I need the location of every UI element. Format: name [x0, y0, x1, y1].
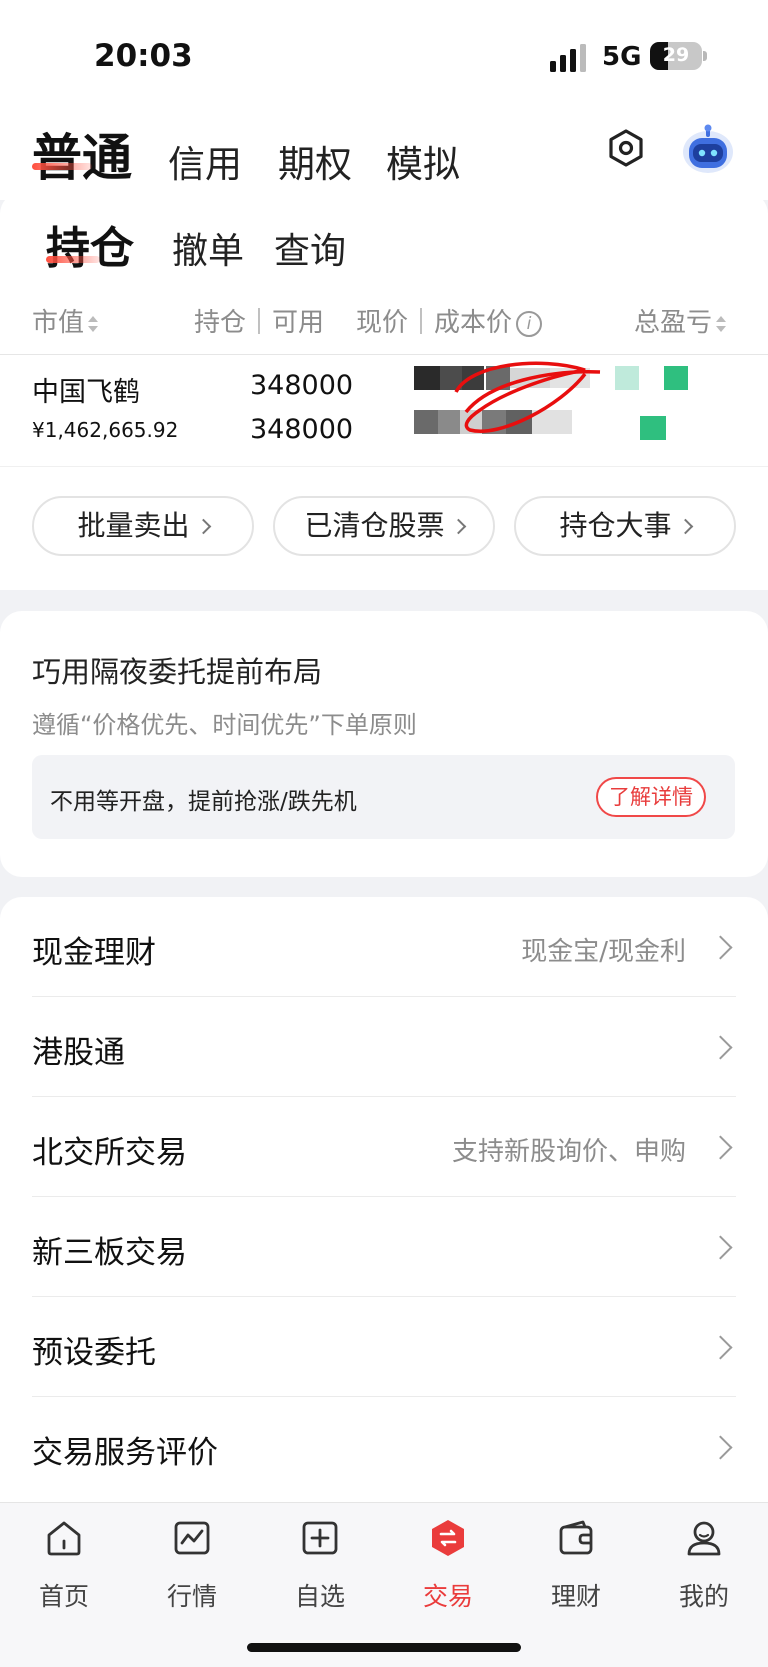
holding-events-button[interactable]: 持仓大事 — [514, 496, 736, 556]
menu-item-label: 预设委托 — [32, 1335, 156, 1371]
menu-item-label: 现金理财 — [32, 935, 156, 971]
column-market-value[interactable]: 市值 — [32, 302, 99, 339]
stock-market-value: ¥1,462,665.92 — [32, 418, 179, 442]
status-bar: 20:03 5G 29 — [0, 0, 768, 100]
robot-icon[interactable] — [681, 124, 735, 176]
batch-sell-label: 批量卖出 — [77, 509, 190, 542]
nav-trade[interactable]: 交易 — [384, 1517, 512, 1617]
chevron-right-icon — [708, 935, 733, 960]
nav-wealth-label: 理财 — [550, 1582, 601, 1611]
menu-item-bse-trading[interactable]: 北交所交易 支持新股询价、申购 — [0, 1097, 768, 1197]
market-chart-icon — [174, 1521, 210, 1555]
nav-watchlist[interactable]: 自选 — [256, 1517, 384, 1617]
redacted-price-area — [414, 361, 688, 440]
nav-market[interactable]: 行情 — [128, 1517, 256, 1617]
holding-events-label: 持仓大事 — [559, 509, 672, 542]
sort-icon — [716, 315, 727, 333]
menu-item-hint: 支持新股询价、申购 — [451, 1137, 686, 1167]
menu-item-label: 港股通 — [32, 1035, 125, 1071]
promo-title: 巧用隔夜委托提前布局 — [32, 655, 323, 689]
watchlist-add-icon — [302, 1521, 338, 1555]
holdings-card: 持仓 撤单 查询 市值 持仓｜可用 现价｜成本价 i 总盈亏 中国飞鹤 ¥1,46… — [0, 192, 768, 590]
chevron-right-icon — [708, 1335, 733, 1360]
tab-cancel-orders[interactable]: 撤单 — [172, 222, 244, 274]
menu-item-label: 新三板交易 — [32, 1235, 187, 1271]
batch-sell-button[interactable]: 批量卖出 — [32, 496, 254, 556]
trade-services-menu: 现金理财 现金宝/现金利 港股通 北交所交易 支持新股询价、申购 新三板交易 预… — [0, 897, 768, 1502]
chevron-right-icon — [195, 518, 211, 535]
nav-home-label: 首页 — [38, 1582, 89, 1611]
active-tab-underline — [32, 163, 92, 170]
learn-more-button[interactable]: 了解详情 — [596, 777, 706, 817]
nav-trade-label: 交易 — [422, 1582, 473, 1611]
tab-holdings[interactable]: 持仓 — [46, 212, 134, 276]
menu-item-neeq-trading[interactable]: 新三板交易 — [0, 1197, 768, 1297]
nav-wealth[interactable]: 理财 — [512, 1517, 640, 1617]
battery-cap — [703, 51, 707, 61]
menu-item-cash-management[interactable]: 现金理财 现金宝/现金利 — [0, 897, 768, 997]
nav-home[interactable]: 首页 — [0, 1517, 128, 1617]
nav-market-label: 行情 — [166, 1582, 217, 1611]
network-type: 5G — [602, 42, 642, 72]
column-price[interactable]: 现价｜成本价 i — [356, 302, 543, 339]
chevron-right-icon — [708, 1435, 733, 1460]
nav-watchlist-label: 自选 — [294, 1582, 345, 1611]
column-price-label: 现价｜成本价 — [356, 308, 513, 338]
gear-icon[interactable] — [606, 128, 646, 168]
sort-icon — [88, 315, 99, 333]
cleared-stocks-button[interactable]: 已清仓股票 — [273, 496, 495, 556]
column-position: 持仓｜可用 — [194, 308, 325, 338]
home-icon — [47, 1521, 81, 1556]
trade-icon — [432, 1520, 464, 1556]
stock-position: 348000 — [250, 370, 354, 401]
chevron-right-icon — [450, 518, 466, 535]
wallet-icon — [559, 1520, 593, 1555]
profile-icon — [687, 1521, 721, 1556]
tab-normal-account[interactable]: 普通 — [32, 118, 132, 190]
home-indicator[interactable] — [247, 1643, 521, 1652]
holdings-tab-underline — [46, 256, 100, 263]
column-market-value-label: 市值 — [32, 308, 85, 338]
stock-name[interactable]: 中国飞鹤 — [32, 370, 140, 409]
chevron-right-icon — [708, 1035, 733, 1060]
chevron-right-icon — [677, 518, 693, 535]
nav-profile-label: 我的 — [678, 1582, 729, 1611]
chevron-right-icon — [708, 1135, 733, 1160]
tab-simulated-account[interactable]: 模拟 — [386, 134, 460, 188]
cellular-signal-icon — [550, 44, 586, 72]
menu-item-service-rating[interactable]: 交易服务评价 — [0, 1397, 768, 1497]
tab-credit-account[interactable]: 信用 — [168, 134, 242, 188]
menu-item-label: 交易服务评价 — [32, 1435, 218, 1471]
menu-item-label: 北交所交易 — [32, 1135, 187, 1171]
column-total-pnl-label: 总盈亏 — [634, 308, 713, 338]
battery-level: 29 — [662, 44, 690, 66]
row-divider — [0, 466, 768, 467]
menu-item-hint: 现金宝/现金利 — [521, 937, 686, 967]
info-icon[interactable]: i — [516, 310, 543, 337]
stock-available: 348000 — [250, 414, 354, 445]
tab-query[interactable]: 查询 — [274, 222, 346, 274]
chevron-right-icon — [708, 1235, 733, 1260]
tab-options-account[interactable]: 期权 — [278, 134, 352, 188]
menu-item-hk-connect[interactable]: 港股通 — [0, 997, 768, 1097]
battery-icon: 29 — [650, 42, 702, 70]
overnight-order-promo-card: 巧用隔夜委托提前布局 遵循“价格优先、时间优先”下单原则 不用等开盘，提前抢涨/… — [0, 611, 768, 877]
promo-banner-text: 不用等开盘，提前抢涨/跌先机 — [50, 789, 357, 815]
nav-profile[interactable]: 我的 — [640, 1517, 768, 1617]
promo-banner[interactable]: 不用等开盘，提前抢涨/跌先机 了解详情 — [32, 755, 735, 839]
cleared-stocks-label: 已清仓股票 — [304, 509, 445, 542]
promo-subtitle: 遵循“价格优先、时间优先”下单原则 — [32, 711, 417, 739]
menu-item-preset-orders[interactable]: 预设委托 — [0, 1297, 768, 1397]
status-time: 20:03 — [94, 38, 193, 74]
column-total-pnl[interactable]: 总盈亏 — [634, 302, 727, 339]
